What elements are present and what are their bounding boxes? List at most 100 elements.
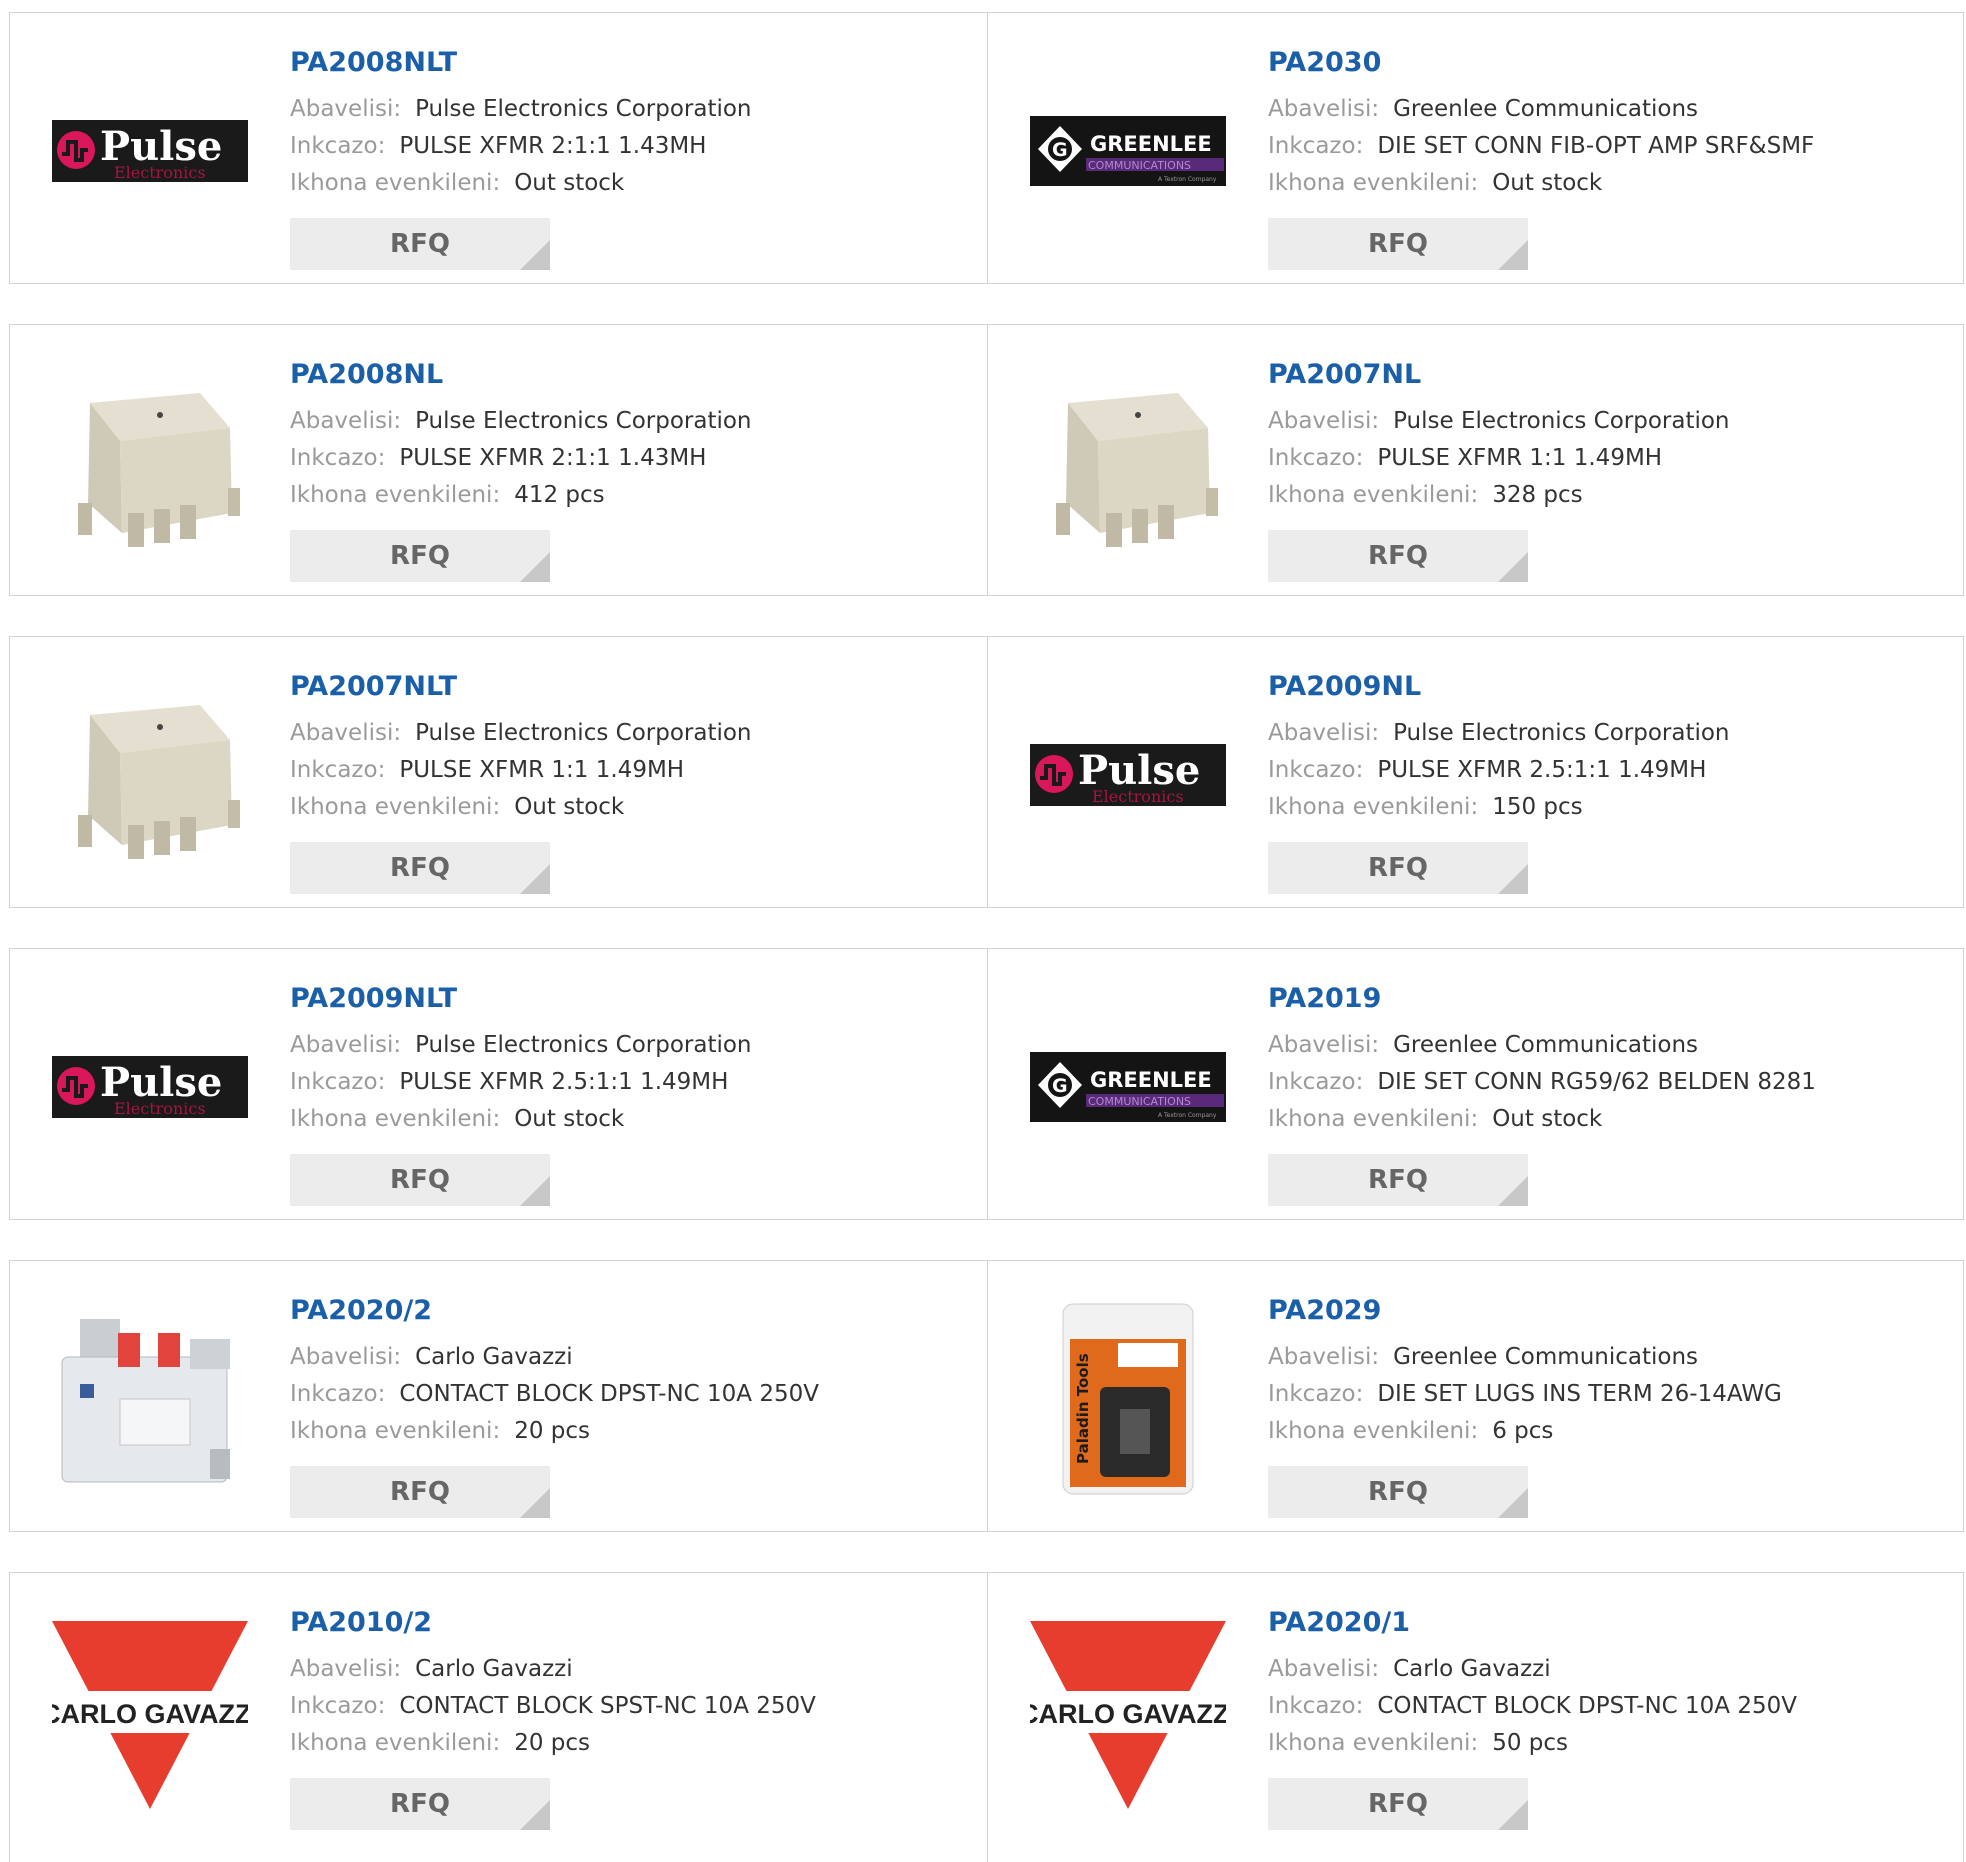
rfq-button[interactable]: RFQ (290, 1466, 550, 1518)
rfq-button[interactable]: RFQ (1268, 842, 1528, 894)
manufacturer-line: Abavelisi: Pulse Electronics Corporation (290, 91, 967, 128)
stock-label: Ikhona evenkileni: (290, 1418, 501, 1444)
pulse-electronics-logo[interactable]: Pulse Electronics (50, 51, 250, 251)
manufacturer-label: Abavelisi: (290, 96, 402, 122)
corner-fold-icon (1498, 1176, 1528, 1206)
manufacturer-label: Abavelisi: (290, 1344, 402, 1370)
product-card: PA2007NLT Abavelisi: Pulse Electronics Co… (10, 637, 987, 907)
corner-fold-icon (1498, 552, 1528, 582)
part-number-link[interactable]: PA2008NLT (290, 43, 967, 83)
description-label: Inkcazo: (1268, 1693, 1364, 1719)
manufacturer-line: Abavelisi: Pulse Electronics Corporation (290, 403, 967, 440)
manufacturer-line: Abavelisi: Greenlee Communications (1268, 91, 1944, 128)
product-card: PA2007NL Abavelisi: Pulse Electronics Cor… (987, 325, 1964, 595)
carlo-gavazzi-logo[interactable]: CARLO GAVAZZI (1028, 1611, 1228, 1811)
manufacturer-label: Abavelisi: (290, 408, 402, 434)
product-card: Paladin Tools PA2029 Abavelisi: Greenlee … (987, 1261, 1964, 1531)
product-info: PA2008NLT Abavelisi: Pulse Electronics Co… (290, 43, 967, 270)
stock-line: Ikhona evenkileni: Out stock (1268, 1101, 1944, 1138)
description-line: Inkcazo: PULSE XFMR 2.5:1:1 1.49MH (290, 1064, 967, 1101)
part-number-link[interactable]: PA2009NL (1268, 667, 1944, 707)
description-label: Inkcazo: (1268, 1069, 1364, 1095)
stock-value: 150 pcs (1492, 794, 1583, 820)
description-value: PULSE XFMR 1:1 1.49MH (399, 757, 685, 783)
manufacturer-label: Abavelisi: (1268, 720, 1380, 746)
product-photo[interactable] (1028, 363, 1228, 563)
rfq-button[interactable]: RFQ (290, 1154, 550, 1206)
rfq-button[interactable]: RFQ (1268, 218, 1528, 270)
manufacturer-value: Pulse Electronics Corporation (415, 720, 752, 746)
product-card: G GREENLEE COMMUNICATIONS A Textron Comp… (987, 13, 1964, 283)
description-value: PULSE XFMR 2.5:1:1 1.49MH (1377, 757, 1707, 783)
manufacturer-value: Greenlee Communications (1393, 96, 1699, 122)
manufacturer-label: Abavelisi: (1268, 408, 1380, 434)
pulse-electronics-logo[interactable]: Pulse Electronics (1028, 675, 1228, 875)
rfq-label: RFQ (390, 229, 450, 259)
description-line: Inkcazo: CONTACT BLOCK DPST-NC 10A 250V (1268, 1688, 1944, 1725)
svg-text:GREENLEE: GREENLEE (1090, 1068, 1212, 1092)
stock-value: Out stock (514, 794, 625, 820)
product-info: PA2007NLT Abavelisi: Pulse Electronics Co… (290, 667, 967, 894)
rfq-label: RFQ (1368, 229, 1428, 259)
rfq-button[interactable]: RFQ (290, 530, 550, 582)
part-number-link[interactable]: PA2029 (1268, 1291, 1944, 1331)
greenlee-logo[interactable]: G GREENLEE COMMUNICATIONS A Textron Comp… (1028, 51, 1228, 251)
stock-label: Ikhona evenkileni: (290, 170, 501, 196)
description-line: Inkcazo: DIE SET CONN RG59/62 BELDEN 8281 (1268, 1064, 1944, 1101)
svg-text:Electronics: Electronics (114, 163, 206, 182)
stock-line: Ikhona evenkileni: 20 pcs (290, 1725, 967, 1762)
product-card: CARLO GAVAZZI PA2020/1 Abavelisi: Carlo G… (987, 1573, 1964, 1862)
manufacturer-value: Carlo Gavazzi (1393, 1656, 1551, 1682)
description-label: Inkcazo: (290, 757, 386, 783)
stock-line: Ikhona evenkileni: 150 pcs (1268, 789, 1944, 826)
product-photo[interactable] (50, 675, 250, 875)
rfq-label: RFQ (390, 853, 450, 883)
corner-fold-icon (520, 552, 550, 582)
rfq-button[interactable]: RFQ (1268, 1778, 1528, 1830)
part-number-link[interactable]: PA2010/2 (290, 1603, 967, 1643)
product-info: PA2008NL Abavelisi: Pulse Electronics Cor… (290, 355, 967, 582)
product-row: PA2020/2 Abavelisi: Carlo Gavazzi Inkcazo… (9, 1260, 1964, 1532)
product-card: G GREENLEE COMMUNICATIONS A Textron Comp… (987, 949, 1964, 1219)
part-number-link[interactable]: PA2020/2 (290, 1291, 967, 1331)
carlo-gavazzi-logo[interactable]: CARLO GAVAZZI (50, 1611, 250, 1811)
stock-label: Ikhona evenkileni: (1268, 482, 1479, 508)
pulse-electronics-logo[interactable]: Pulse Electronics (50, 987, 250, 1187)
rfq-label: RFQ (390, 541, 450, 571)
product-photo[interactable]: Paladin Tools (1028, 1299, 1228, 1499)
stock-line: Ikhona evenkileni: Out stock (290, 1101, 967, 1138)
description-value: CONTACT BLOCK DPST-NC 10A 250V (1377, 1693, 1797, 1719)
product-info: PA2009NLT Abavelisi: Pulse Electronics Co… (290, 979, 967, 1206)
corner-fold-icon (520, 864, 550, 894)
stock-line: Ikhona evenkileni: 6 pcs (1268, 1413, 1944, 1450)
part-number-link[interactable]: PA2007NL (1268, 355, 1944, 395)
rfq-button[interactable]: RFQ (290, 218, 550, 270)
svg-text:CARLO GAVAZZI: CARLO GAVAZZI (52, 1699, 248, 1729)
stock-label: Ikhona evenkileni: (1268, 1106, 1479, 1132)
stock-label: Ikhona evenkileni: (290, 794, 501, 820)
rfq-button[interactable]: RFQ (1268, 1154, 1528, 1206)
product-photo[interactable] (50, 363, 250, 563)
description-label: Inkcazo: (1268, 757, 1364, 783)
corner-fold-icon (520, 1488, 550, 1518)
corner-fold-icon (1498, 1800, 1528, 1830)
part-number-link[interactable]: PA2030 (1268, 43, 1944, 83)
description-line: Inkcazo: DIE SET LUGS INS TERM 26-14AWG (1268, 1376, 1944, 1413)
part-number-link[interactable]: PA2009NLT (290, 979, 967, 1019)
svg-text:COMMUNICATIONS: COMMUNICATIONS (1088, 1095, 1191, 1108)
rfq-button[interactable]: RFQ (290, 842, 550, 894)
rfq-button[interactable]: RFQ (290, 1778, 550, 1830)
part-number-link[interactable]: PA2019 (1268, 979, 1944, 1019)
part-number-link[interactable]: PA2007NLT (290, 667, 967, 707)
greenlee-logo[interactable]: G GREENLEE COMMUNICATIONS A Textron Comp… (1028, 987, 1228, 1187)
part-number-link[interactable]: PA2020/1 (1268, 1603, 1944, 1643)
stock-line: Ikhona evenkileni: 412 pcs (290, 477, 967, 514)
description-label: Inkcazo: (290, 133, 386, 159)
manufacturer-line: Abavelisi: Greenlee Communications (1268, 1339, 1944, 1376)
description-value: DIE SET CONN RG59/62 BELDEN 8281 (1377, 1069, 1816, 1095)
rfq-button[interactable]: RFQ (1268, 530, 1528, 582)
product-photo[interactable] (50, 1299, 250, 1499)
part-number-link[interactable]: PA2008NL (290, 355, 967, 395)
rfq-button[interactable]: RFQ (1268, 1466, 1528, 1518)
svg-text:A Textron Company: A Textron Company (1158, 176, 1217, 183)
